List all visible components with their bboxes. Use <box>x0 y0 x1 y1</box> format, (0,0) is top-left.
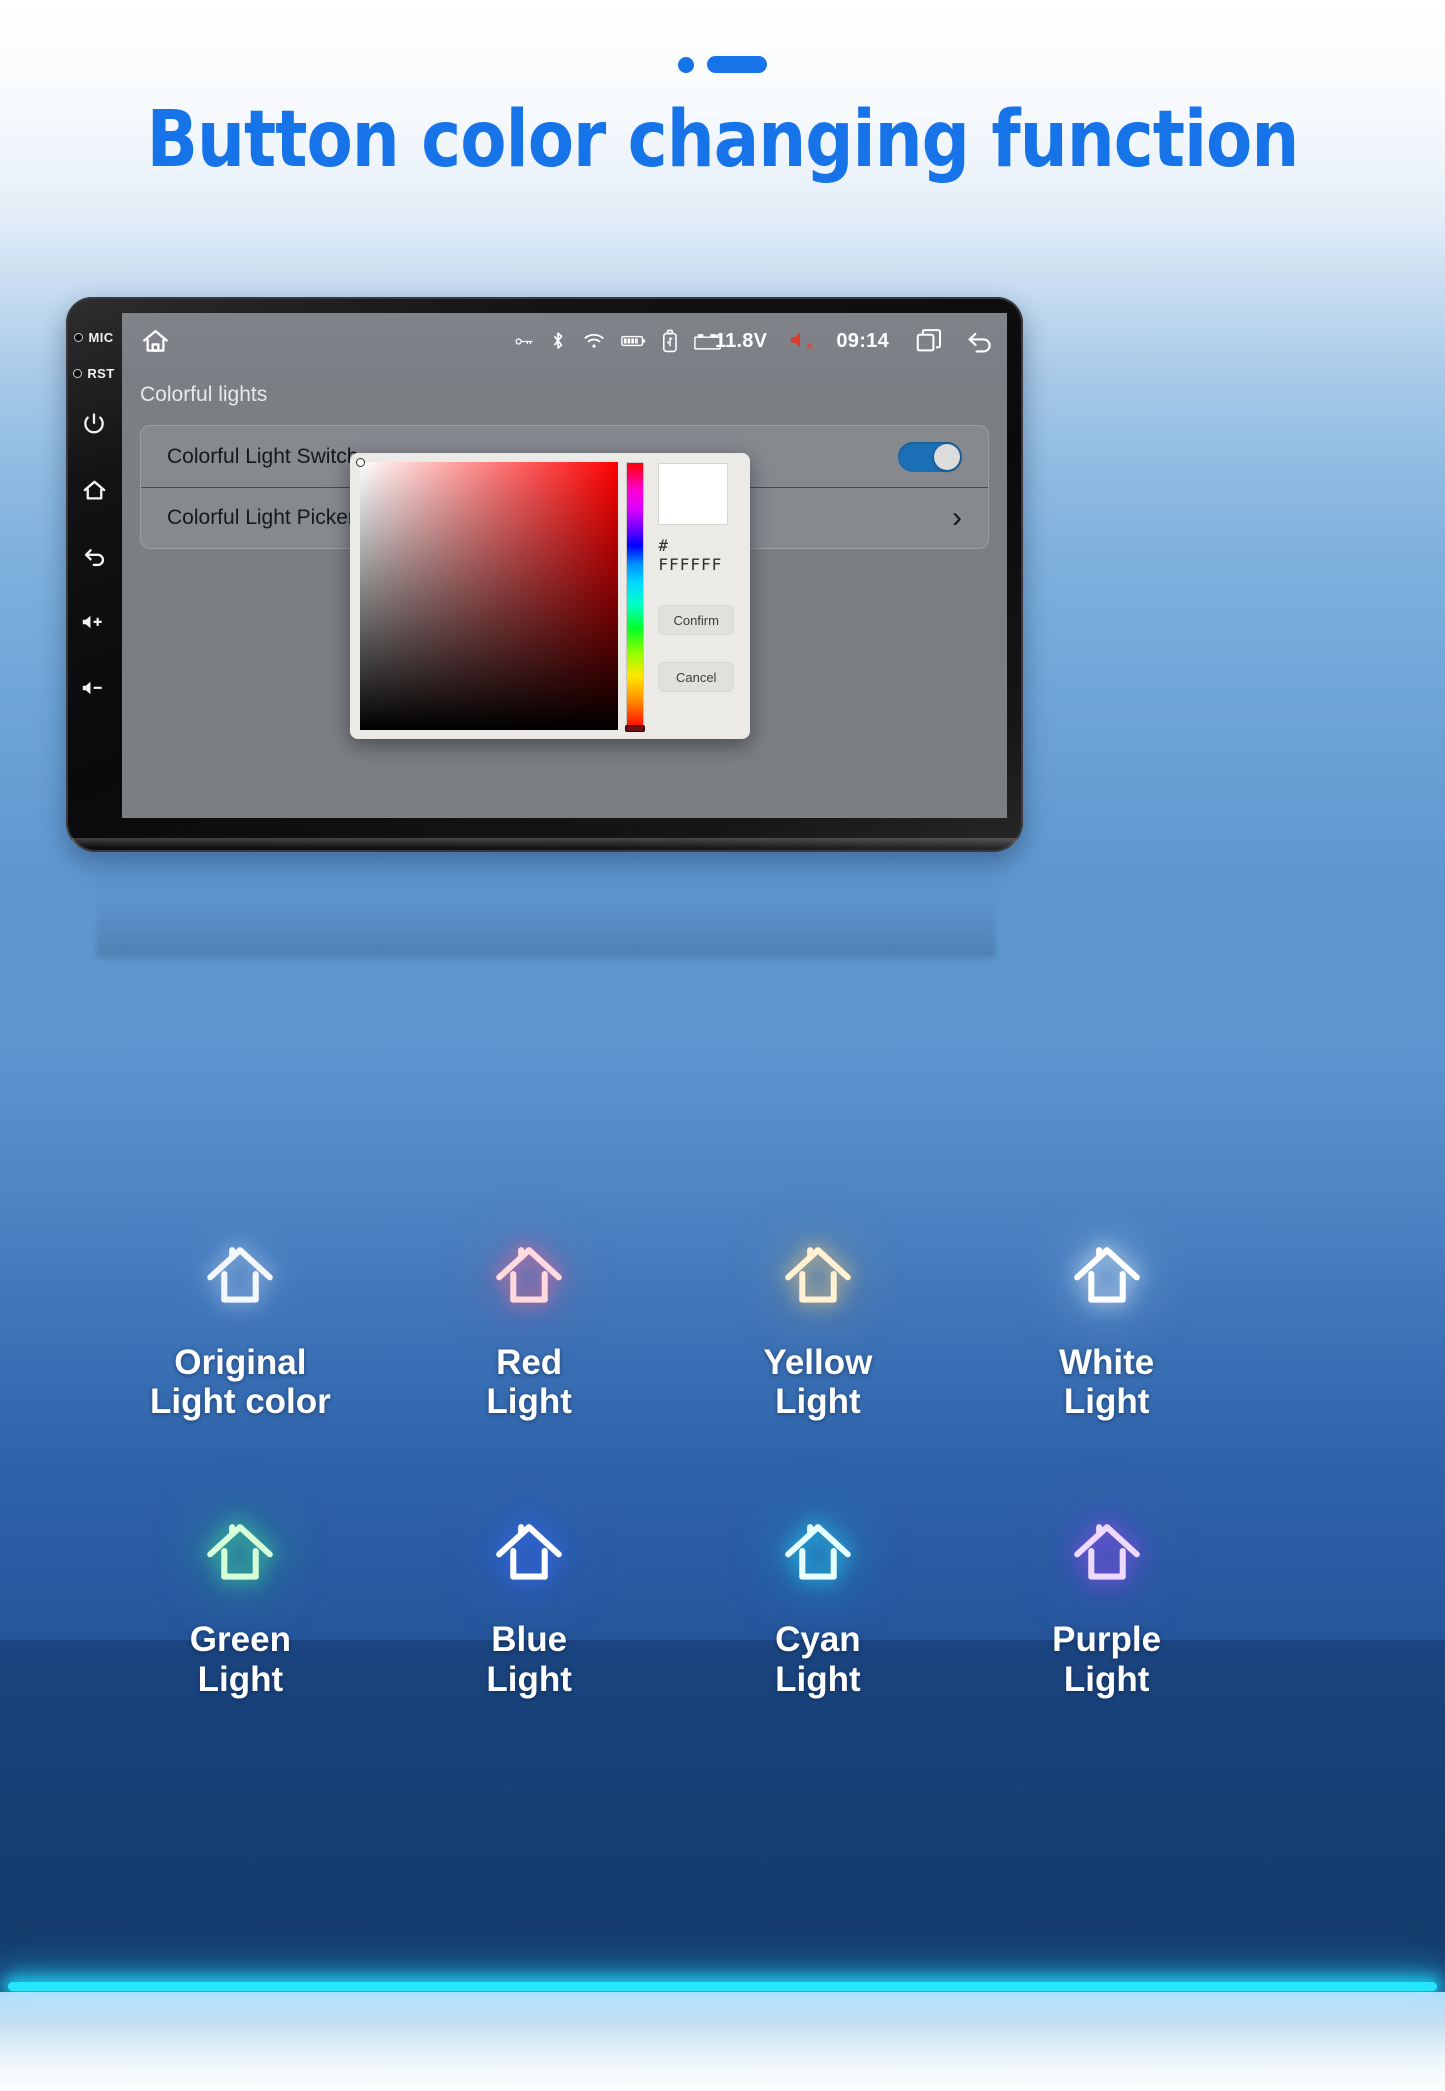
light-option-label: Purple Light <box>1052 1620 1162 1699</box>
house-icon <box>496 1247 562 1303</box>
light-option-original[interactable]: Original Light color <box>96 1232 385 1421</box>
hex-value: FFFFFF <box>658 555 723 574</box>
colorful-light-switch-toggle[interactable] <box>898 441 962 472</box>
battery-icon <box>621 335 646 347</box>
sv-gradient[interactable] <box>360 462 619 730</box>
bezel-home-button[interactable] <box>81 457 108 523</box>
icon-holder <box>477 1232 581 1320</box>
color-picker-dialog[interactable]: # FFFFFF Confirm Cancel <box>350 453 750 739</box>
house-icon <box>785 1247 851 1303</box>
mute-x-icon: ✕ <box>805 340 815 353</box>
icon-holder <box>188 1509 292 1597</box>
bezel-mic: MIC <box>74 319 113 355</box>
volume-up-icon <box>82 615 102 629</box>
light-option-label: Green Light <box>189 1620 291 1699</box>
bezel-left: MIC RST <box>66 297 122 852</box>
icon-holder <box>1055 1509 1159 1597</box>
usb-icon <box>662 329 677 353</box>
page-title: Button color changing function <box>146 95 1300 185</box>
light-option-label: Original Light color <box>149 1343 331 1422</box>
icon-holder <box>766 1509 870 1597</box>
color-preview-swatch <box>658 463 729 525</box>
reset-hole-icon[interactable] <box>73 368 83 378</box>
screen-page-title: Colorful lights <box>140 383 268 406</box>
header-decoration <box>0 56 1445 73</box>
status-home-button[interactable] <box>140 326 171 357</box>
icon-holder <box>766 1232 870 1320</box>
toggle-knob <box>934 443 960 470</box>
icon-holder <box>477 1509 581 1597</box>
house-icon <box>1073 1247 1140 1303</box>
cyan-glow-edge <box>8 1982 1437 1991</box>
hue-slider[interactable] <box>625 462 646 732</box>
mic-hole-icon <box>74 332 84 342</box>
bezel-rst-label: RST <box>87 365 115 381</box>
key-icon <box>515 337 533 345</box>
light-option-label: Blue Light <box>486 1620 572 1699</box>
power-icon <box>84 413 104 434</box>
recents-button[interactable] <box>915 327 944 356</box>
hue-gradient[interactable] <box>626 462 645 730</box>
wifi-icon <box>584 333 604 348</box>
confirm-button[interactable]: Confirm <box>658 605 734 635</box>
bezel-mic-label: MIC <box>88 329 114 345</box>
bezel-power-button[interactable] <box>81 391 107 457</box>
light-option-blue[interactable]: Blue Light <box>385 1509 674 1699</box>
icon-holder <box>1055 1232 1159 1320</box>
head-unit-screen: 11.8V ✕ 09:14 Colorful lights Colorful L… <box>122 313 1007 818</box>
light-option-white[interactable]: White Light <box>962 1232 1251 1421</box>
bezel-rst[interactable]: RST <box>73 355 114 391</box>
saturation-value-field[interactable] <box>356 458 619 730</box>
picker-side-panel: # FFFFFF Confirm Cancel <box>652 462 740 730</box>
house-icon <box>207 1247 274 1303</box>
volume-down-icon <box>82 681 102 695</box>
status-bar: 11.8V ✕ 09:14 <box>122 313 1007 369</box>
light-color-grid: Original Light color Red Light Yellow Li… <box>96 1232 1251 1699</box>
light-option-yellow[interactable]: Yellow Light <box>674 1232 963 1421</box>
mute-indicator[interactable]: ✕ <box>789 330 814 353</box>
car-head-unit: MIC RST 11.8V ✕ 09:14 Colorful lights Co… <box>66 297 1023 852</box>
cancel-button[interactable]: Cancel <box>658 662 734 692</box>
unit-reflection <box>96 853 996 958</box>
light-option-label: Yellow Light <box>763 1343 873 1422</box>
deco-dot-icon <box>678 56 694 73</box>
hex-value-field[interactable]: # FFFFFF <box>658 536 740 574</box>
bezel-volume-down-button[interactable] <box>81 655 108 721</box>
home-icon <box>83 480 105 500</box>
light-option-label: White Light <box>1058 1343 1155 1422</box>
bottom-fade <box>0 1992 1445 2091</box>
deco-dash-icon <box>707 56 767 73</box>
house-icon <box>496 1524 562 1580</box>
bezel-volume-up-button[interactable] <box>81 589 108 655</box>
light-option-green[interactable]: Green Light <box>96 1509 385 1699</box>
bluetooth-icon <box>553 332 563 349</box>
bezel-back-button[interactable] <box>81 523 108 589</box>
light-option-purple[interactable]: Purple Light <box>962 1509 1251 1699</box>
back-icon <box>84 548 104 566</box>
house-icon <box>1073 1524 1140 1580</box>
back-button[interactable] <box>964 327 995 356</box>
status-icon-group <box>515 329 721 353</box>
sv-cursor-handle[interactable] <box>356 458 365 467</box>
page-background: Button color changing function MIC RST 1… <box>0 0 1445 2091</box>
light-option-cyan[interactable]: Cyan Light <box>674 1509 963 1699</box>
house-icon <box>785 1524 851 1580</box>
chevron-right-icon[interactable]: › <box>952 503 962 533</box>
icon-holder <box>188 1232 292 1320</box>
light-option-red[interactable]: Red Light <box>385 1232 674 1421</box>
home-icon <box>143 329 168 352</box>
clock-label: 09:14 <box>836 329 889 352</box>
back-arrow-icon <box>968 332 991 352</box>
light-option-label: Cyan Light <box>775 1620 861 1699</box>
hex-symbol: # <box>658 536 670 555</box>
house-icon <box>207 1524 274 1580</box>
recents-icon <box>916 328 941 351</box>
light-option-label: Red Light <box>486 1343 572 1422</box>
voltage-label: 11.8V <box>714 329 768 352</box>
hue-slider-thumb[interactable] <box>625 725 646 732</box>
